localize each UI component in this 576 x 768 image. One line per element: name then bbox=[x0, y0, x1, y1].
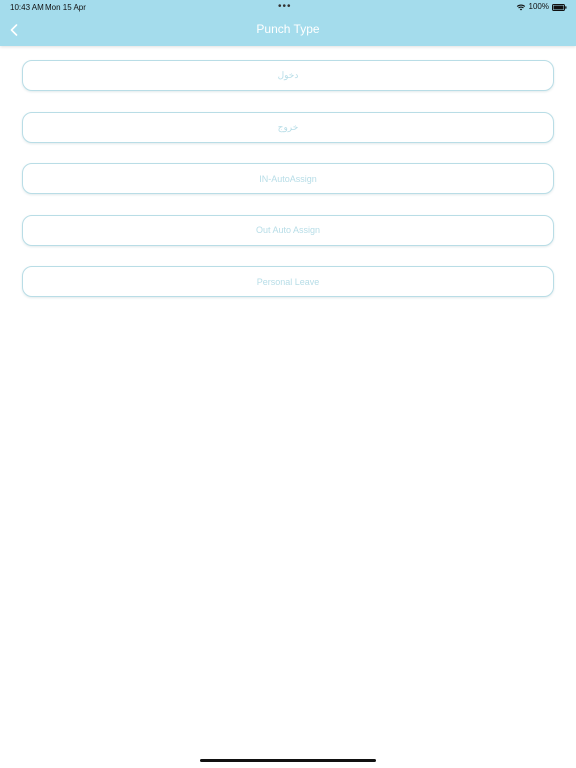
wifi-icon bbox=[516, 4, 525, 11]
punch-option-in-autoassign[interactable]: IN-AutoAssign bbox=[22, 163, 554, 194]
multitasking-dots[interactable]: ••• bbox=[278, 1, 292, 12]
home-indicator[interactable] bbox=[200, 759, 376, 762]
punch-option-personal-leave[interactable]: Personal Leave bbox=[22, 266, 554, 297]
header-bar: 10:43 AM Mon 15 Apr ••• 100% Punch Type bbox=[0, 0, 576, 46]
status-time: 10:43 AM bbox=[10, 3, 44, 12]
punch-option-check-in[interactable]: دخول bbox=[22, 60, 554, 91]
page-title: Punch Type bbox=[256, 22, 320, 36]
punch-option-check-out[interactable]: خروج bbox=[22, 111, 554, 143]
punch-option-out-auto-assign[interactable]: Out Auto Assign bbox=[22, 214, 554, 246]
battery-icon bbox=[552, 3, 567, 11]
battery-fill bbox=[553, 5, 564, 9]
status-indicators: 100% bbox=[516, 2, 567, 12]
punch-type-options: دخول خروج IN-AutoAssign Out Auto Assign … bbox=[22, 60, 554, 297]
status-bar: 10:43 AM Mon 15 Apr ••• 100% bbox=[0, 0, 576, 14]
status-date: Mon 15 Apr bbox=[45, 3, 86, 12]
battery-percent: 100% bbox=[528, 2, 549, 11]
